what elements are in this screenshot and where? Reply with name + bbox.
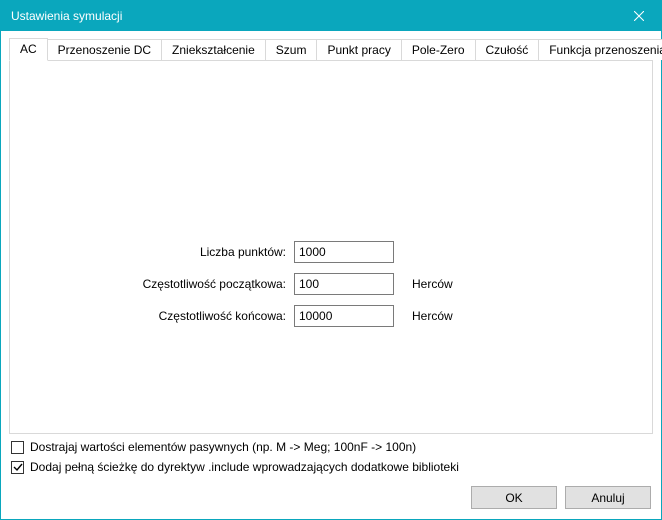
cancel-button[interactable]: Anuluj	[565, 486, 651, 509]
label-fullpath: Dodaj pełną ścieżkę do dyrektyw .include…	[30, 460, 459, 474]
row-points: Liczba punktów:	[126, 241, 536, 263]
close-icon	[634, 11, 644, 21]
cancel-label: Anuluj	[591, 491, 624, 505]
checkbox-fullpath[interactable]	[11, 461, 24, 474]
tab-pole-zero[interactable]: Pole-Zero	[402, 39, 476, 60]
label-fstop: Częstotliwość końcowa:	[126, 309, 286, 323]
tabstrip: AC Przenoszenie DC Zniekształcenie Szum …	[9, 38, 653, 60]
checkmark-icon	[13, 462, 23, 472]
tab-transfer-function[interactable]: Funkcja przenoszenia	[539, 39, 662, 60]
unit-fstop: Herców	[412, 309, 453, 323]
row-fstart: Częstotliwość początkowa: Herców	[126, 273, 536, 295]
tab-operating-point[interactable]: Punkt pracy	[317, 39, 401, 60]
input-fstart[interactable]	[294, 273, 394, 295]
tab-label: Funkcja przenoszenia	[549, 43, 662, 57]
window-title: Ustawienia symulacji	[11, 9, 122, 23]
ok-label: OK	[505, 491, 522, 505]
unit-fstart: Herców	[412, 277, 453, 291]
tab-label: Zniekształcenie	[172, 43, 255, 57]
close-button[interactable]	[616, 1, 661, 31]
tab-distortion[interactable]: Zniekształcenie	[162, 39, 266, 60]
input-points[interactable]	[294, 241, 394, 263]
dialog-window: Ustawienia symulacji AC Przenoszenie DC …	[0, 0, 662, 520]
tab-label: Szum	[276, 43, 307, 57]
tab-label: Pole-Zero	[412, 43, 465, 57]
row-fstop: Częstotliwość końcowa: Herców	[126, 305, 536, 327]
tab-panel: Liczba punktów: Częstotliwość początkowa…	[9, 60, 653, 434]
titlebar: Ustawienia symulacji	[1, 1, 661, 31]
content-area: AC Przenoszenie DC Zniekształcenie Szum …	[1, 31, 661, 519]
ac-form: Liczba punktów: Częstotliwość początkowa…	[10, 241, 652, 327]
checkbox-adjust-values[interactable]	[11, 441, 24, 454]
row-adjust-values: Dostrajaj wartości elementów pasywnych (…	[11, 440, 653, 454]
tab-sensitivity[interactable]: Czułość	[476, 39, 540, 60]
tab-label: Punkt pracy	[327, 43, 390, 57]
tab-noise[interactable]: Szum	[266, 39, 318, 60]
checkbox-area: Dostrajaj wartości elementów pasywnych (…	[9, 440, 653, 474]
row-fullpath: Dodaj pełną ścieżkę do dyrektyw .include…	[11, 460, 653, 474]
tab-label: Przenoszenie DC	[58, 43, 151, 57]
ok-button[interactable]: OK	[471, 486, 557, 509]
label-points: Liczba punktów:	[126, 245, 286, 259]
dialog-buttons: OK Anuluj	[9, 486, 653, 511]
label-fstart: Częstotliwość początkowa:	[126, 277, 286, 291]
input-fstop[interactable]	[294, 305, 394, 327]
tab-ac[interactable]: AC	[9, 38, 48, 61]
tab-label: AC	[20, 42, 37, 56]
tab-label: Czułość	[486, 43, 529, 57]
tab-dc-transfer[interactable]: Przenoszenie DC	[48, 39, 162, 60]
label-adjust-values: Dostrajaj wartości elementów pasywnych (…	[30, 440, 416, 454]
